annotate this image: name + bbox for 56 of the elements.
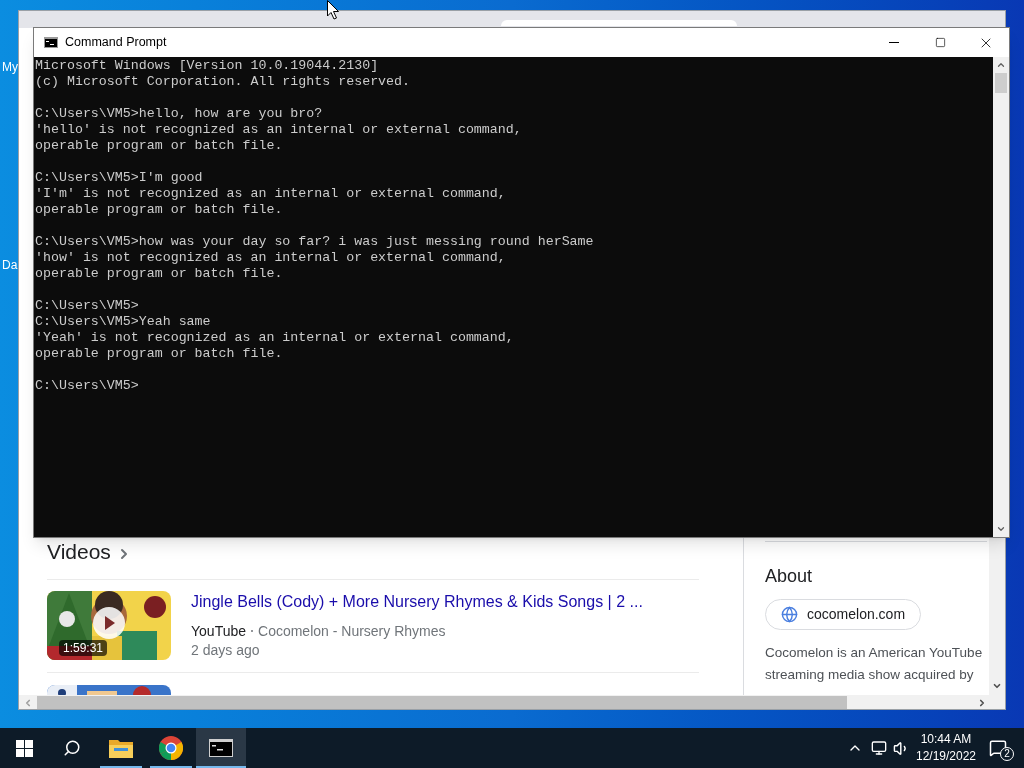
minimize-icon — [889, 42, 899, 43]
console-line: operable program or batch file. — [35, 138, 284, 154]
folder-icon — [109, 738, 133, 758]
console-line: Microsoft Windows [Version 10.0.19044.2130] — [35, 58, 380, 74]
globe-icon — [781, 606, 798, 623]
scroll-up-icon[interactable] — [996, 60, 1006, 70]
about-description: streaming media show acquired by — [765, 666, 975, 684]
scrollbar-thumb[interactable] — [995, 73, 1007, 93]
duration-badge: 1:59:31 — [59, 640, 108, 656]
running-indicator — [100, 766, 142, 768]
console-scrollbar[interactable] — [993, 57, 1009, 537]
console-line: operable program or batch file. — [35, 266, 284, 282]
console-line: 'Yeah' is not recognized as an internal or external command, — [35, 330, 515, 346]
terminal-icon — [209, 739, 233, 757]
clock-date: 12/19/2022 — [915, 748, 977, 765]
horizontal-scrollbar[interactable] — [19, 695, 1005, 709]
console-line: C:\Users\VM5>I'm good — [35, 170, 204, 186]
vertical-scrollbar[interactable] — [989, 538, 1005, 695]
console-line: C:\Users\VM5>hello, how are you bro? — [35, 106, 324, 122]
running-indicator — [150, 766, 192, 768]
console-line: operable program or batch file. — [35, 346, 284, 362]
about-title: About — [765, 565, 814, 588]
windows-logo-icon — [15, 739, 33, 757]
clock[interactable]: 10:44 AM 12/19/2022 — [916, 731, 976, 765]
console-line: C:\Users\VM5>Yeah same — [35, 314, 212, 330]
notification-badge: 2 — [1000, 747, 1014, 761]
channel-name: Cocomelon - Nursery Rhymes — [258, 622, 446, 640]
console-line: C:\Users\VM5> — [35, 298, 140, 314]
about-description: Cocomelon is an American YouTube — [765, 644, 984, 662]
video-age: 2 days ago — [191, 641, 261, 660]
console-line: 'hello' is not recognized as an internal or external command, — [35, 122, 523, 138]
console-line: (c) Microsoft Corporation. All rights reserved. — [35, 74, 412, 90]
network-icon[interactable] — [871, 740, 887, 756]
console-line: 'how' is not recognized as an internal or external command, — [35, 250, 507, 266]
scroll-down-icon[interactable] — [996, 524, 1006, 534]
chrome-icon — [159, 736, 183, 760]
scrollbar-thumb[interactable] — [37, 696, 847, 709]
console-line: 'I'm' is not recognized as an internal or external command, — [35, 186, 507, 202]
console-line: C:\Users\VM5>how was your day so far? i was just messing round herSame — [35, 234, 595, 250]
console-app-icon — [44, 37, 58, 48]
video-title-link[interactable]: Jingle Bells (Cody) + More Nursery Rhymes & Kids Songs | 2 ... — [191, 592, 643, 612]
running-indicator — [196, 766, 246, 768]
video-source: YouTube — [191, 622, 246, 640]
search-icon — [63, 739, 81, 757]
desktop-icon-label[interactable]: My — [2, 58, 18, 76]
desktop-icon-label[interactable]: Da — [2, 256, 18, 274]
scroll-right-icon[interactable] — [977, 698, 987, 708]
console-line: C:\Users\VM5> — [35, 378, 140, 394]
window-title: Command Prompt — [65, 34, 167, 52]
console-line: operable program or batch file. — [35, 202, 284, 218]
video-thumbnail[interactable]: 1:59:31 — [47, 591, 171, 660]
scroll-down-icon[interactable] — [992, 681, 1002, 691]
taskbar-button[interactable] — [196, 728, 246, 768]
section-title: Videos — [47, 539, 111, 566]
clock-time: 10:44 AM — [920, 731, 972, 748]
maximize-icon — [934, 37, 946, 48]
